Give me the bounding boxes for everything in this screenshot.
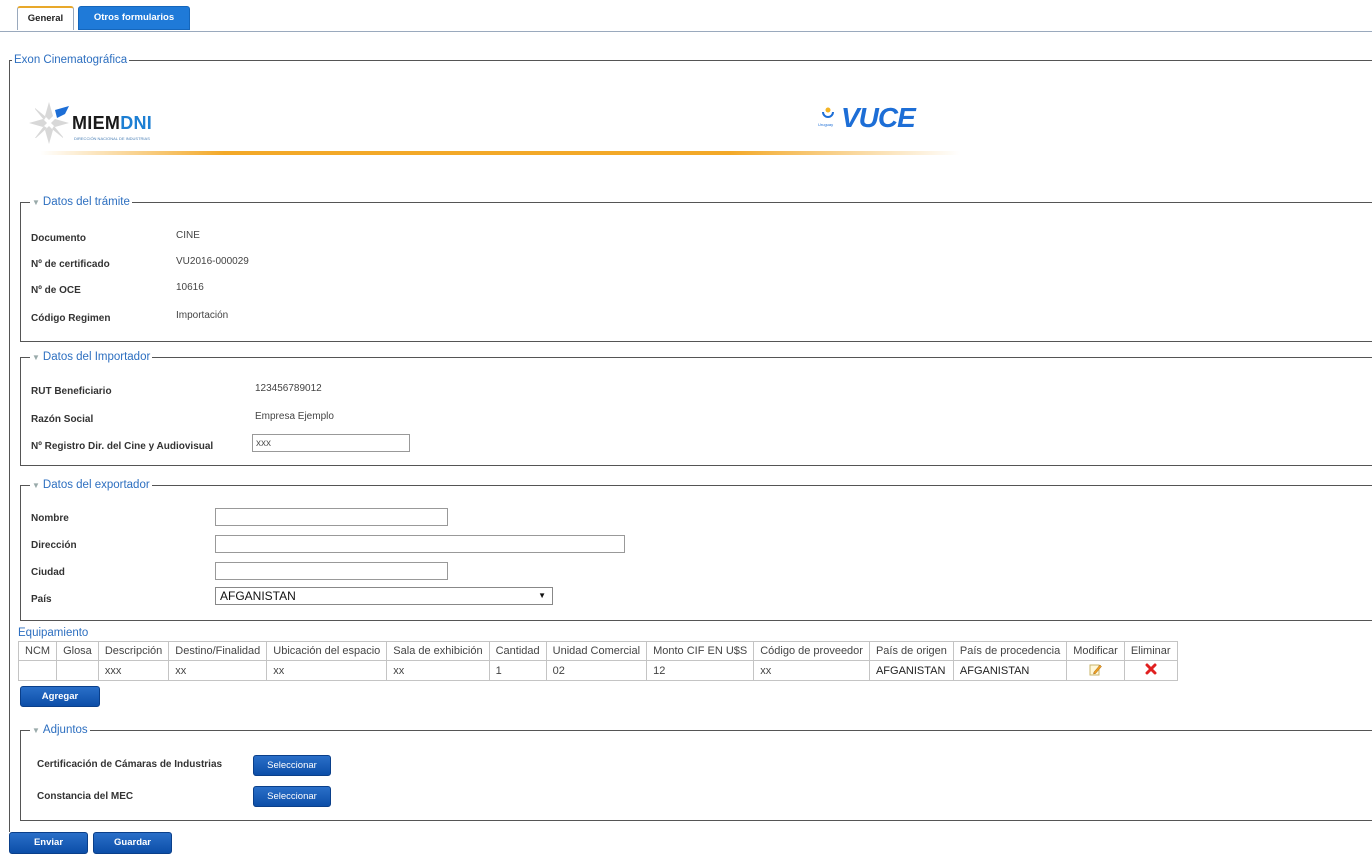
tab-general[interactable]: General	[17, 6, 74, 30]
razon-social-value: Empresa Ejemplo	[255, 411, 334, 422]
col-descripcion: Descripción	[97, 641, 170, 661]
tramite-fieldset	[20, 202, 1372, 342]
table-header-row: NCM Glosa Descripción Destino/Finalidad …	[17, 641, 1178, 661]
miem-logo-subtitle: DIRECCIÓN NACIONAL DE INDUSTRIAS	[74, 136, 150, 141]
col-sala: Sala de exhibición	[386, 641, 490, 661]
cell-unidad: 02	[545, 660, 648, 681]
equipamiento-title: Equipamiento	[18, 626, 89, 640]
importador-legend: ▼ Datos del Importador	[30, 350, 153, 365]
razon-social-label: Razón Social	[31, 414, 94, 425]
cell-eliminar	[1123, 660, 1178, 681]
collapse-triangle-icon[interactable]: ▼	[32, 353, 40, 362]
direccion-label: Dirección	[31, 540, 77, 551]
miem-logo-text: MIEMDNI	[72, 113, 153, 133]
certificado-label: Nº de certificado	[31, 259, 110, 270]
enviar-button[interactable]: Enviar	[9, 832, 88, 854]
vuce-logo: VUCE	[841, 102, 916, 133]
col-proveedor: Código de proveedor	[753, 641, 870, 661]
miem-logo-icon	[29, 102, 69, 144]
pais-select-value: AFGANISTAN	[220, 589, 296, 603]
constancia-label: Constancia del MEC	[37, 791, 134, 802]
direccion-input[interactable]	[215, 535, 625, 553]
importador-fieldset	[20, 357, 1372, 466]
registro-cine-label: Nº Registro Dir. del Cine y Audiovisual	[31, 441, 214, 452]
chevron-down-icon: ▼	[538, 591, 546, 600]
collapse-triangle-icon[interactable]: ▼	[32, 481, 40, 490]
nombre-input[interactable]	[215, 508, 448, 526]
logo-divider	[40, 151, 960, 155]
adjuntos-legend: ▼ Adjuntos	[30, 723, 90, 738]
tab-bar	[0, 0, 1372, 32]
ciudad-input[interactable]	[215, 562, 448, 580]
nombre-label: Nombre	[31, 513, 69, 524]
col-destino: Destino/Finalidad	[168, 641, 268, 661]
col-glosa: Glosa	[56, 641, 99, 661]
certificacion-label: Certificación de Cámaras de Industrias	[37, 759, 223, 770]
adjuntos-fieldset	[20, 730, 1372, 821]
edit-icon[interactable]	[1089, 663, 1102, 676]
cell-cantidad: 1	[488, 660, 547, 681]
cell-ubicacion: xx	[266, 660, 388, 681]
documento-value: CINE	[176, 230, 200, 241]
col-unidad: Unidad Comercial	[545, 641, 648, 661]
table-row: xxx xx xx xx 1 02 12 xx AFGANISTAN AFGAN…	[17, 660, 1178, 681]
ciudad-label: Ciudad	[31, 567, 65, 578]
tab-otros-formularios[interactable]: Otros formularios	[78, 6, 190, 30]
cell-destino: xx	[168, 660, 268, 681]
col-modificar: Modificar	[1066, 641, 1125, 661]
collapse-triangle-icon[interactable]: ▼	[32, 198, 40, 207]
uruguay-label: Uruguay	[818, 122, 834, 127]
guardar-button[interactable]: Guardar	[93, 832, 172, 854]
agregar-button[interactable]: Agregar	[20, 686, 100, 707]
seleccionar-certificacion-button[interactable]: Seleccionar	[253, 755, 331, 776]
cell-sala: xx	[386, 660, 490, 681]
regimen-label: Código Regimen	[31, 313, 111, 324]
collapse-triangle-icon[interactable]: ▼	[32, 726, 40, 735]
pais-select[interactable]: AFGANISTAN ▼	[215, 587, 553, 605]
equipamiento-table: NCM Glosa Descripción Destino/Finalidad …	[17, 641, 1178, 681]
rut-value: 123456789012	[255, 383, 322, 394]
oce-value: 10616	[176, 282, 204, 293]
cell-ncm	[17, 660, 58, 681]
registro-cine-input[interactable]	[252, 434, 410, 452]
cell-procedencia: AFGANISTAN	[952, 660, 1068, 681]
col-cantidad: Cantidad	[488, 641, 547, 661]
cell-modificar	[1066, 660, 1125, 681]
pais-label: País	[31, 594, 52, 605]
col-ncm: NCM	[17, 641, 58, 661]
cell-glosa	[56, 660, 99, 681]
cell-proveedor: xx	[753, 660, 870, 681]
tramite-legend: ▼ Datos del trámite	[30, 195, 132, 210]
col-procedencia: País de procedencia	[952, 641, 1068, 661]
regimen-value: Importación	[176, 310, 229, 321]
uruguay-sun-icon	[822, 107, 834, 118]
rut-label: RUT Beneficiario	[31, 386, 112, 397]
exportador-legend: ▼ Datos del exportador	[30, 478, 152, 493]
form-title: Exon Cinematográfica	[12, 53, 130, 67]
seleccionar-constancia-button[interactable]: Seleccionar	[253, 786, 331, 807]
delete-icon[interactable]	[1145, 663, 1157, 675]
col-ubicacion: Ubicación del espacio	[266, 641, 388, 661]
oce-label: Nº de OCE	[31, 285, 81, 296]
col-eliminar: Eliminar	[1123, 641, 1178, 661]
documento-label: Documento	[31, 233, 86, 244]
col-origen: País de origen	[868, 641, 954, 661]
cell-descripcion: xxx	[97, 660, 170, 681]
cell-origen: AFGANISTAN	[868, 660, 954, 681]
certificado-value: VU2016-000029	[176, 256, 249, 267]
cell-monto: 12	[646, 660, 755, 681]
col-monto: Monto CIF EN U$S	[646, 641, 755, 661]
